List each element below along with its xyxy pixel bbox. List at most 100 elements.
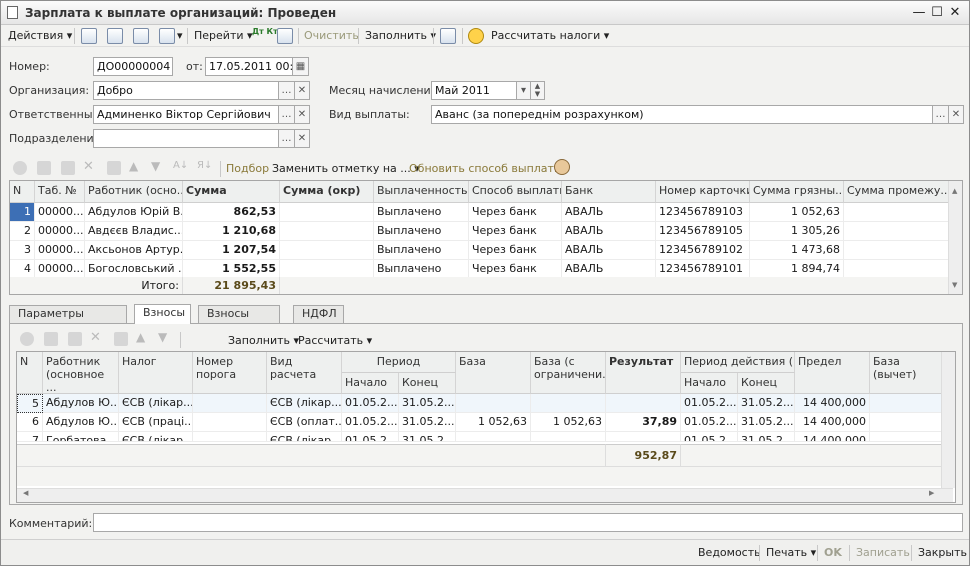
vertical-scrollbar[interactable] bbox=[948, 181, 962, 294]
table-cell[interactable]: Через банк bbox=[469, 222, 562, 241]
table-cell[interactable]: 01.05.2... bbox=[681, 394, 738, 413]
resp-field[interactable]: Админенко Віктор Сергійович bbox=[93, 105, 279, 124]
table-cell[interactable]: 1 473,68 bbox=[750, 241, 844, 260]
tab-contrib-fot[interactable]: Взносы ФОТ bbox=[198, 305, 280, 336]
column-header[interactable]: Способ выплаты bbox=[469, 181, 562, 203]
column-header[interactable]: Начало bbox=[342, 373, 399, 394]
delete-icon[interactable]: ✕ bbox=[83, 159, 94, 174]
select-button[interactable]: Подбор bbox=[226, 162, 269, 175]
table-cell[interactable] bbox=[280, 203, 374, 222]
row-number[interactable]: 2 bbox=[10, 222, 35, 241]
column-header[interactable]: Работник (осно... bbox=[85, 181, 183, 203]
table-cell[interactable] bbox=[456, 432, 531, 442]
table-cell[interactable]: 00000... bbox=[35, 222, 85, 241]
clear-icon[interactable]: ✕ bbox=[948, 105, 964, 124]
column-header[interactable]: Вид расчета bbox=[267, 352, 342, 394]
select-icon[interactable]: … bbox=[278, 129, 295, 148]
select-icon[interactable]: … bbox=[278, 105, 295, 124]
org-field[interactable]: Добро bbox=[93, 81, 279, 100]
help-icon[interactable] bbox=[468, 28, 484, 44]
table-cell[interactable] bbox=[870, 413, 945, 432]
copy-icon[interactable] bbox=[133, 28, 149, 44]
table-cell[interactable]: Выплачено bbox=[374, 222, 469, 241]
column-header[interactable]: Банк bbox=[562, 181, 656, 203]
table-cell[interactable]: 1 305,26 bbox=[750, 222, 844, 241]
column-header[interactable]: База (с ограничени... bbox=[531, 352, 606, 394]
table-cell[interactable] bbox=[531, 432, 606, 442]
table-cell[interactable]: 37,89 bbox=[606, 413, 681, 432]
table-cell[interactable]: Абдулов Ю... bbox=[43, 413, 119, 432]
table-cell[interactable]: 01.05.2... bbox=[342, 413, 399, 432]
row-number[interactable]: 7 bbox=[17, 432, 43, 442]
row-number[interactable]: 5 bbox=[17, 394, 43, 413]
table-cell[interactable]: Выплачено bbox=[374, 203, 469, 222]
table-cell[interactable] bbox=[870, 432, 945, 442]
add-icon[interactable] bbox=[13, 161, 27, 175]
column-header[interactable]: Конец bbox=[399, 373, 456, 394]
paytype-field[interactable]: Аванс (за попереднім розрахунком) bbox=[431, 105, 933, 124]
close-form-button[interactable]: Закрыть bbox=[918, 546, 967, 559]
tab-contrib[interactable]: Взносы bbox=[134, 304, 191, 324]
column-header[interactable]: Результат bbox=[606, 352, 681, 394]
minimize-button[interactable]: — bbox=[911, 5, 927, 21]
table-cell[interactable] bbox=[193, 394, 267, 413]
column-header[interactable]: Сумма грязны... bbox=[750, 181, 844, 203]
table-cell[interactable] bbox=[606, 394, 681, 413]
table-cell[interactable]: Абдулов Ю... bbox=[43, 394, 119, 413]
post-icon[interactable] bbox=[81, 28, 97, 44]
table-cell[interactable]: 14 400,000 bbox=[795, 432, 870, 442]
structure-icon[interactable] bbox=[440, 28, 456, 44]
table-cell[interactable]: 14 400,000 bbox=[795, 394, 870, 413]
table-cell[interactable]: ЄСВ (лікар... bbox=[119, 394, 193, 413]
table-cell[interactable]: Выплачено bbox=[374, 241, 469, 260]
horizontal-scrollbar[interactable] bbox=[17, 488, 953, 502]
column-header[interactable]: Предел bbox=[795, 352, 870, 394]
table-cell[interactable]: ЄСВ (лікар... bbox=[267, 432, 342, 442]
table-cell[interactable] bbox=[456, 394, 531, 413]
table-cell[interactable] bbox=[280, 222, 374, 241]
table-cell[interactable]: 1 052,63 bbox=[750, 203, 844, 222]
table-cell[interactable]: Авдєєв Владис... bbox=[85, 222, 183, 241]
save-row-icon[interactable] bbox=[114, 332, 128, 346]
table-cell[interactable]: ЄСВ (лікар... bbox=[267, 394, 342, 413]
copy-row-icon[interactable] bbox=[37, 161, 51, 175]
table-cell[interactable]: 00000... bbox=[35, 241, 85, 260]
table-cell[interactable]: ЄСВ (праці... bbox=[119, 413, 193, 432]
report-button[interactable]: Ведомость bbox=[698, 546, 761, 559]
delete-icon[interactable]: ✕ bbox=[90, 330, 101, 345]
table-cell[interactable] bbox=[844, 222, 950, 241]
column-header[interactable]: N bbox=[10, 181, 35, 203]
table-cell[interactable]: 00000... bbox=[35, 203, 85, 222]
dept-field[interactable] bbox=[93, 129, 279, 148]
table-cell[interactable]: 31.05.2... bbox=[399, 432, 456, 442]
column-header[interactable]: N bbox=[17, 352, 43, 394]
column-header[interactable]: Период действия (... bbox=[681, 352, 795, 373]
table-cell[interactable]: 1 207,54 bbox=[183, 241, 280, 260]
update-payment-button[interactable]: Обновить способ выплаты bbox=[409, 162, 563, 175]
column-header[interactable]: База bbox=[456, 352, 531, 394]
table-cell[interactable]: 31.05.2... bbox=[738, 413, 795, 432]
table-cell[interactable]: 31.05.2... bbox=[738, 394, 795, 413]
based-on-icon[interactable] bbox=[159, 28, 175, 44]
month-field[interactable]: Май 2011 bbox=[431, 81, 517, 100]
column-header[interactable]: Налог bbox=[119, 352, 193, 394]
table-cell[interactable]: 01.05.2... bbox=[681, 413, 738, 432]
close-button[interactable]: ✕ bbox=[947, 5, 963, 21]
table-cell[interactable]: 123456789102 bbox=[656, 241, 750, 260]
table-cell[interactable]: 01.05.2... bbox=[342, 432, 399, 442]
spin-icon[interactable]: ▲ ▼ bbox=[530, 81, 545, 100]
maximize-button[interactable]: ☐ bbox=[929, 5, 945, 21]
scroll-left-icon[interactable]: ◀ bbox=[23, 489, 28, 497]
clear-icon[interactable]: ✕ bbox=[294, 81, 310, 100]
table-cell[interactable]: 31.05.2... bbox=[399, 413, 456, 432]
add-icon[interactable] bbox=[20, 332, 34, 346]
table-cell[interactable]: 01.05.2... bbox=[681, 432, 738, 442]
column-header[interactable]: Период bbox=[342, 352, 456, 373]
column-header[interactable]: Сумма bbox=[183, 181, 280, 203]
replace-mark-menu[interactable]: Заменить отметку на ... ▾ bbox=[272, 162, 420, 175]
column-header[interactable]: Сумма промежу... bbox=[844, 181, 950, 203]
document-list-icon[interactable] bbox=[277, 28, 293, 44]
row-number[interactable]: 6 bbox=[17, 413, 43, 432]
column-header[interactable]: База (вычет) bbox=[870, 352, 945, 394]
save-button[interactable]: Записать bbox=[856, 546, 910, 559]
